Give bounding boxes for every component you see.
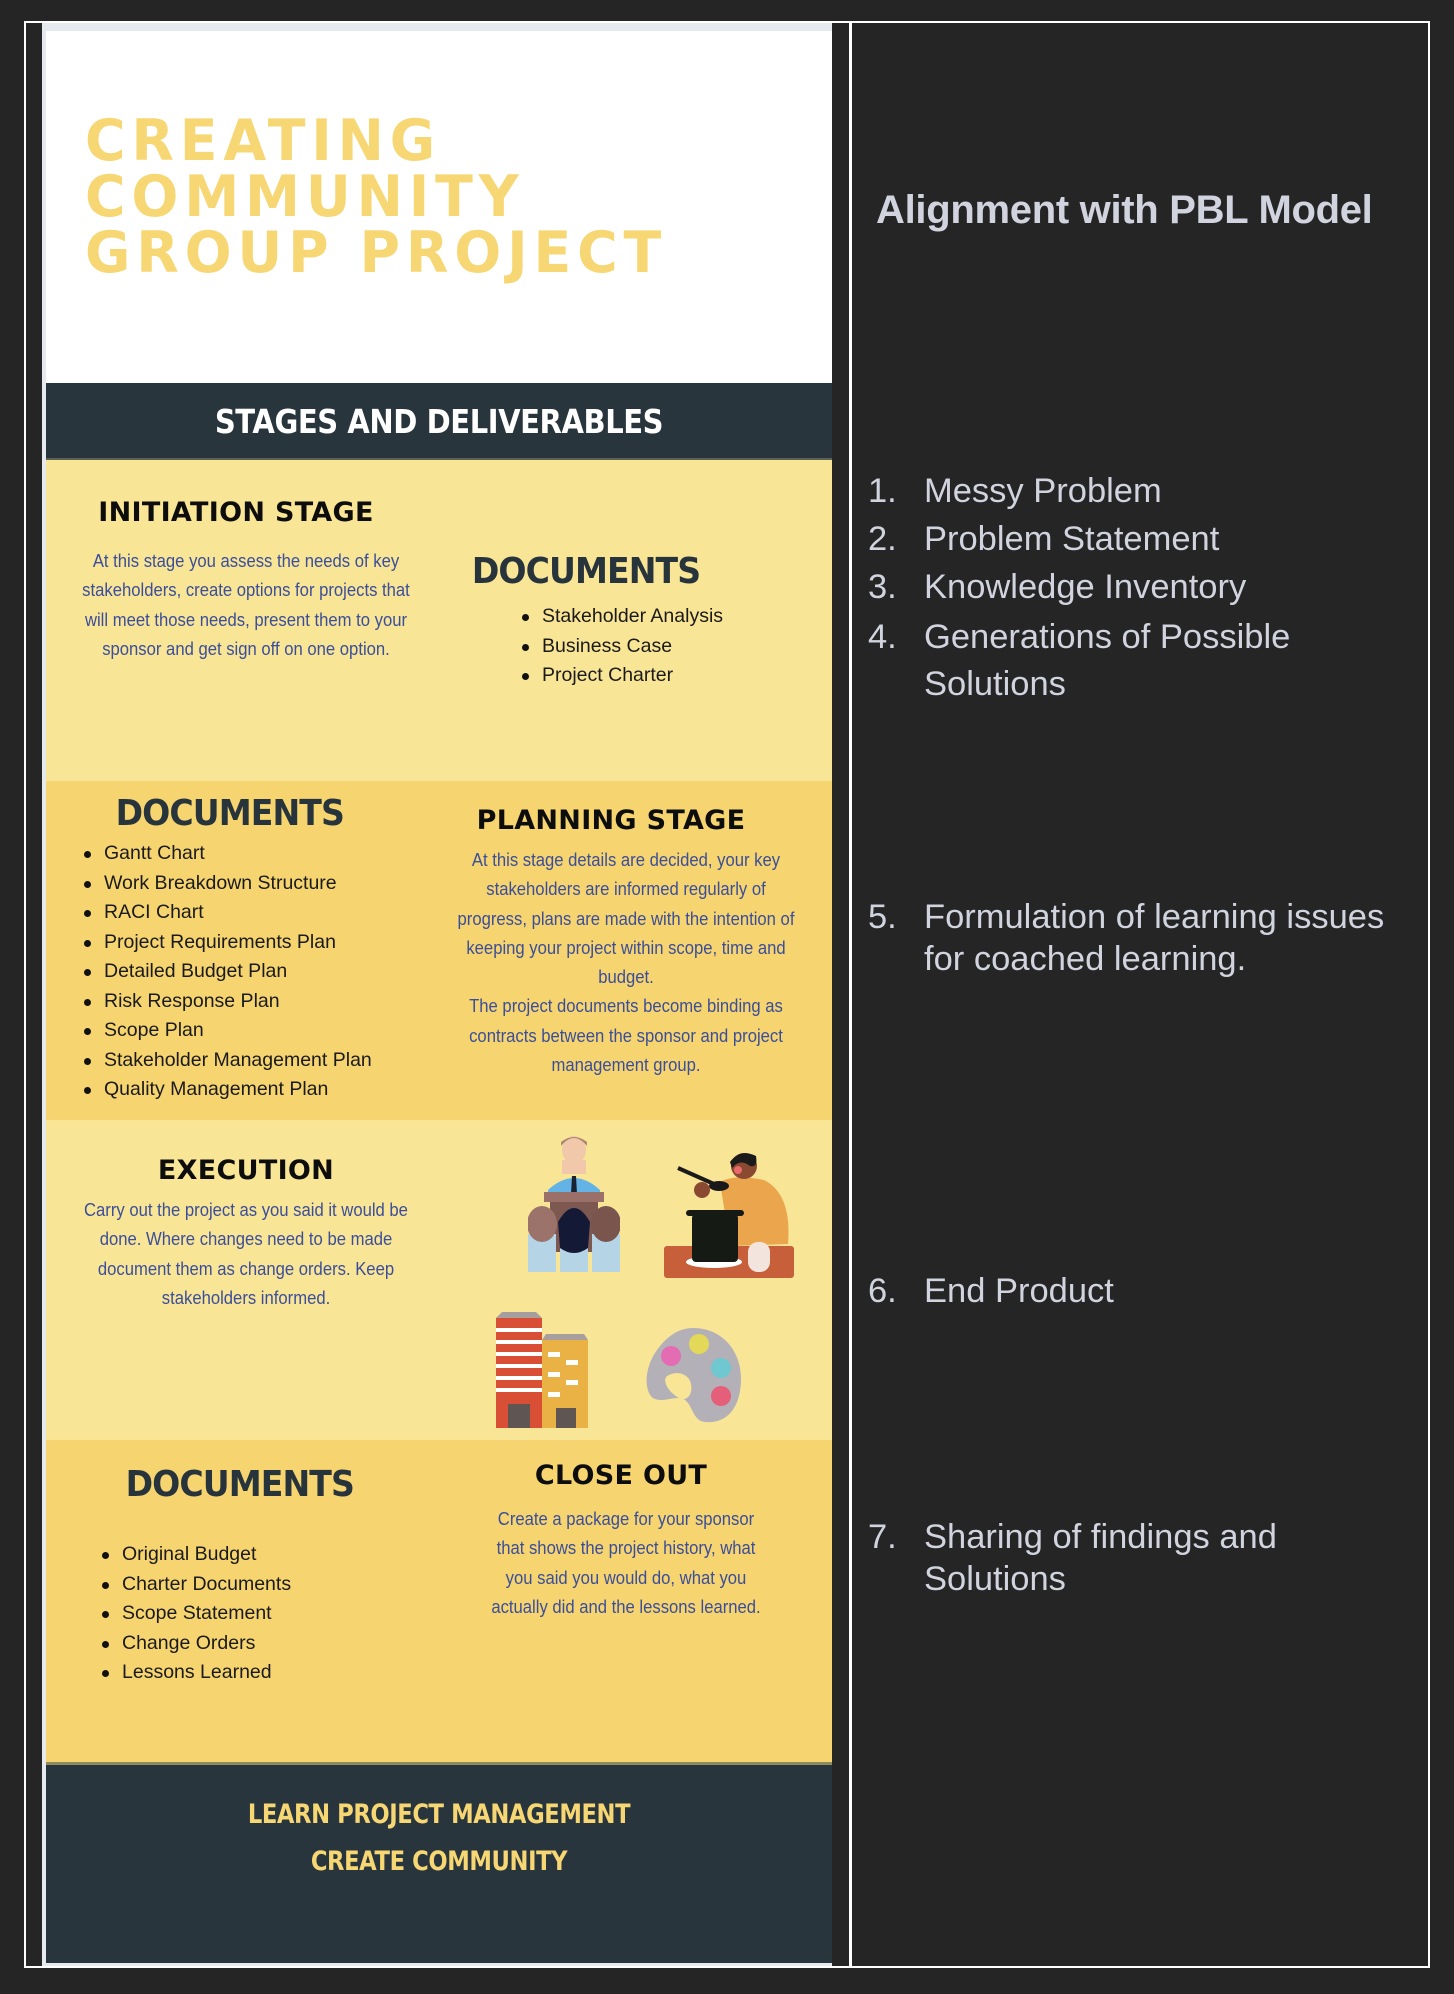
title-line: GROUP PROJECT	[85, 220, 668, 286]
pbl-item-number: 1.	[868, 472, 897, 510]
execution-title: EXECUTION	[157, 1155, 335, 1186]
document-item: Scope Plan	[80, 1016, 372, 1046]
pbl-list-item: 7. Sharing of findings and Solutions	[868, 1516, 1413, 1600]
pbl-item-number: 3.	[868, 568, 897, 606]
title-line: CREATING	[85, 108, 441, 174]
pbl-item-text: Sharing of findings and Solutions	[924, 1518, 1277, 1598]
footer-tagline-2: CREATE COMMUNITY	[310, 1846, 568, 1877]
document-item: Stakeholder Analysis	[518, 602, 723, 632]
cooking-illustration	[664, 1153, 794, 1278]
closeout-documents-title: DOCUMENTS	[125, 1464, 355, 1505]
closeout-section: DOCUMENTS Original Budget Charter Docume…	[46, 1440, 832, 1762]
closeout-documents-list: Original Budget Charter Documents Scope …	[98, 1540, 291, 1688]
pbl-alignment-panel: Alignment with PBL Model 1. Messy Proble…	[852, 23, 1428, 1966]
pbl-item-text: Generations of Possible Solutions	[924, 618, 1291, 703]
pbl-heading: Alignment with PBL Model	[876, 188, 1373, 232]
paint-palette-illustration	[646, 1328, 741, 1423]
initiation-section: INITIATION STAGE At this stage you asses…	[46, 460, 832, 781]
document-item: Charter Documents	[98, 1570, 291, 1600]
planning-documents-title: DOCUMENTS	[115, 793, 345, 834]
title-line: COMMUNITY	[85, 164, 525, 230]
planning-description-part-2: The project documents become binding as …	[469, 995, 783, 1076]
pbl-item-text: Messy Problem	[924, 472, 1162, 510]
closeout-title: CLOSE OUT	[534, 1460, 708, 1491]
buildings-illustration	[496, 1312, 588, 1428]
closeout-description: Create a package for your sponsor that s…	[491, 1508, 761, 1617]
execution-description: Carry out the project as you said it wou…	[84, 1199, 408, 1308]
pbl-list-item: 2. Problem Statement	[868, 518, 1413, 560]
initiation-stage-title: INITIATION STAGE	[98, 497, 374, 528]
document-item: Gantt Chart	[80, 839, 372, 869]
pbl-list-item: 3. Knowledge Inventory	[868, 566, 1413, 608]
document-item: Business Case	[518, 632, 723, 662]
pbl-list-item: 1. Messy Problem	[868, 470, 1413, 512]
pbl-list-item: 6. End Product	[868, 1270, 1413, 1312]
document-item: Quality Management Plan	[80, 1075, 372, 1105]
pbl-item-text: End Product	[924, 1272, 1114, 1310]
document-item: Project Requirements Plan	[80, 928, 372, 958]
planning-description-part-1: At this stage details are decided, your …	[457, 849, 795, 988]
pbl-item-number: 7.	[868, 1518, 897, 1556]
initiation-documents-title: DOCUMENTS	[471, 551, 701, 592]
document-item: Stakeholder Management Plan	[80, 1046, 372, 1076]
document-item: Risk Response Plan	[80, 987, 372, 1017]
planning-documents-list: Gantt Chart Work Breakdown Structure RAC…	[80, 839, 372, 1105]
initiation-documents-list: Stakeholder Analysis Business Case Proje…	[518, 602, 723, 691]
document-item: Work Breakdown Structure	[80, 869, 372, 899]
footer-tagline-1: LEARN PROJECT MANAGEMENT	[247, 1799, 631, 1830]
stages-header: STAGES AND DELIVERABLES	[214, 402, 664, 441]
pbl-item-number: 6.	[868, 1272, 897, 1310]
footer-band: LEARN PROJECT MANAGEMENT CREATE COMMUNIT…	[46, 1762, 832, 1963]
presenter-audience-illustration	[528, 1136, 620, 1272]
document-item: Detailed Budget Plan	[80, 957, 372, 987]
infographic-image: CREATING COMMUNITY GROUP PROJECT STAGES …	[42, 23, 832, 1966]
pbl-item-text: Problem Statement	[924, 520, 1220, 558]
planning-stage-title: PLANNING STAGE	[476, 805, 746, 836]
document-item: Original Budget	[98, 1540, 291, 1570]
title-section: CREATING COMMUNITY GROUP PROJECT	[46, 31, 832, 383]
pbl-list-item: 4. Generations of Possible Solutions	[868, 614, 1413, 708]
pbl-item-number: 5.	[868, 898, 897, 936]
document-item: RACI Chart	[80, 898, 372, 928]
initiation-description: At this stage you assess the needs of ke…	[82, 550, 410, 659]
document-item: Change Orders	[98, 1629, 291, 1659]
planning-description: At this stage details are decided, your …	[455, 845, 797, 1079]
planning-section: DOCUMENTS Gantt Chart Work Breakdown Str…	[46, 781, 832, 1120]
document-item: Scope Statement	[98, 1599, 291, 1629]
pbl-item-text: Formulation of learning issues for coach…	[924, 898, 1385, 978]
infographic-title: CREATING COMMUNITY GROUP PROJECT	[85, 108, 668, 286]
document-item: Project Charter	[518, 661, 723, 691]
pbl-item-number: 4.	[868, 618, 897, 656]
execution-section: EXECUTION Carry out the project as you s…	[46, 1120, 832, 1440]
pbl-item-number: 2.	[868, 520, 897, 558]
document-item: Lessons Learned	[98, 1658, 291, 1688]
pbl-item-text: Knowledge Inventory	[924, 568, 1247, 606]
stages-header-band: STAGES AND DELIVERABLES	[46, 383, 832, 460]
pbl-list-item: 5. Formulation of learning issues for co…	[868, 896, 1413, 980]
